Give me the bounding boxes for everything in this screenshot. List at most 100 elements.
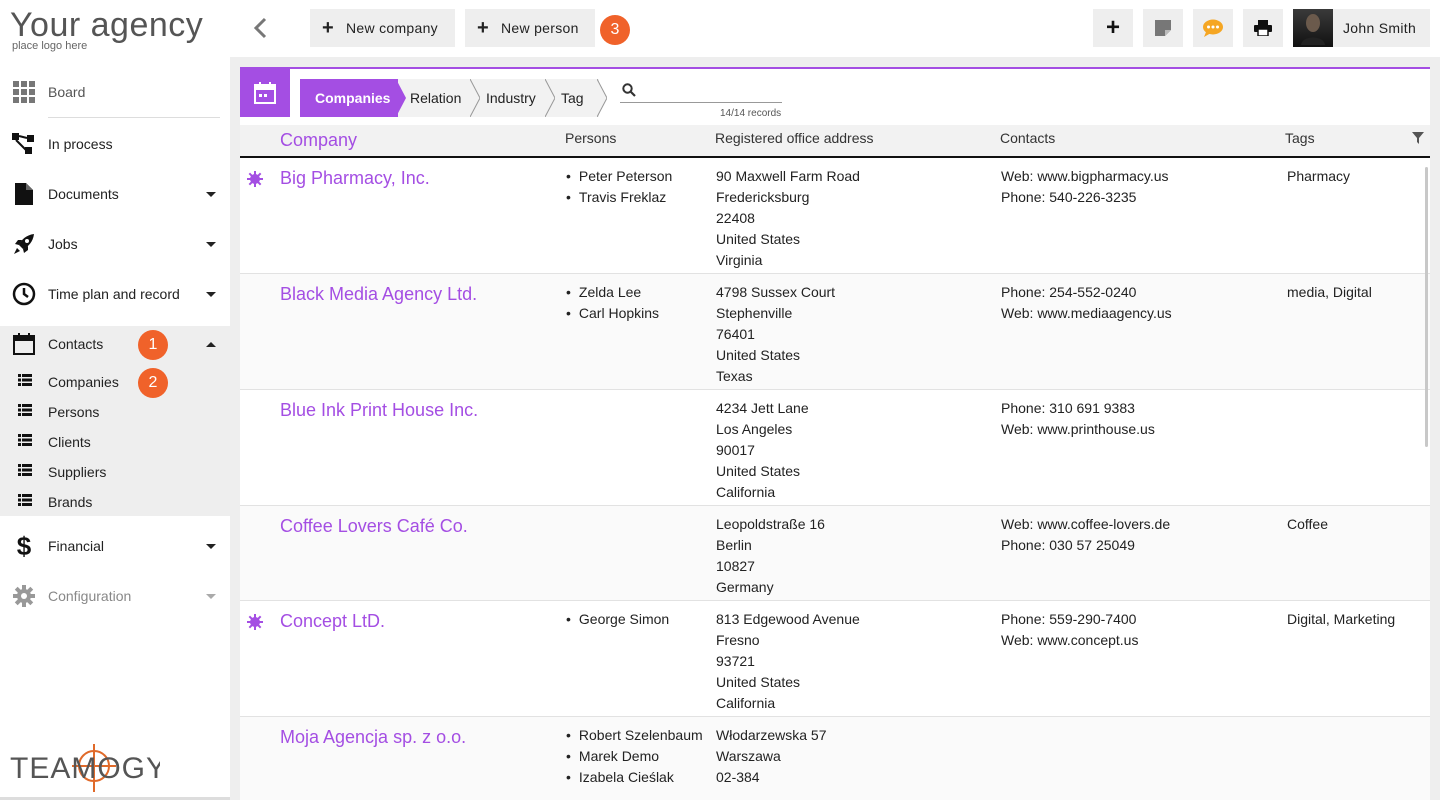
breadcrumb: Companies Relation Industry Tag (300, 79, 607, 117)
sidebar-item-documents[interactable]: Documents (0, 172, 230, 216)
chat-button[interactable] (1193, 9, 1233, 47)
header-company[interactable]: Company (280, 130, 357, 151)
person-item[interactable]: Zelda Lee (566, 282, 659, 303)
crumb-label: Companies (315, 90, 391, 106)
company-name-link[interactable]: Black Media Agency Ltd. (280, 284, 477, 305)
address-line: 02-384 (716, 769, 760, 785)
sidebar: Your agency place logo here Board In pro… (0, 0, 230, 800)
table-row[interactable]: Big Pharmacy, Inc. Peter PetersonTravis F… (240, 158, 1430, 274)
collapse-sidebar-button[interactable] (252, 16, 272, 40)
person-item[interactable]: Marek Demo (566, 746, 703, 767)
table-row[interactable]: Moja Agencja sp. z o.o. Robert Szelenbaum… (240, 717, 1430, 800)
address-block: 90 Maxwell Farm Road Fredericksburg 22408 U… (716, 166, 860, 271)
records-count: 14/14 records (720, 108, 782, 119)
calendar-icon (12, 332, 36, 356)
address-line: United States (716, 463, 801, 479)
header-address[interactable]: Registered office address (715, 130, 874, 146)
sidebar-item-label: In process (48, 136, 113, 152)
crumb-companies[interactable]: Companies (300, 79, 406, 117)
sticky-note-icon (1155, 20, 1171, 36)
plus-icon: + (477, 17, 489, 39)
person-item[interactable]: Carl Hopkins (566, 303, 659, 324)
step-badge-3: 3 (600, 15, 630, 45)
company-name-link[interactable]: Coffee Lovers Café Co. (280, 516, 468, 537)
sidebar-subitem-persons[interactable]: Persons (0, 397, 230, 427)
sidebar-subitem-suppliers[interactable]: Suppliers (0, 457, 230, 487)
sidebar-item-in-process[interactable]: In process (0, 122, 230, 166)
address-line: Germany (716, 579, 774, 595)
sidebar-item-label: Jobs (48, 236, 78, 252)
table-row[interactable]: Concept LtD. George Simon 813 Edgewood Ave… (240, 601, 1430, 717)
contacts-block: Web: www.bigpharmacy.us Phone: 540-226-32… (1001, 166, 1169, 208)
starred-icon[interactable] (247, 171, 263, 192)
table-row[interactable]: Coffee Lovers Café Co. Leopoldstraße 16 Be… (240, 506, 1430, 601)
sidebar-item-financial[interactable]: $ Financial (0, 524, 230, 568)
chevron-up-icon (206, 341, 216, 347)
print-button[interactable] (1243, 9, 1283, 47)
address-block: 813 Edgewood Avenue Fresno 93721 United Sta… (716, 609, 860, 714)
address-line: 90017 (716, 442, 755, 458)
address-line: Texas (716, 368, 753, 384)
sidebar-subitem-label: Brands (48, 494, 93, 510)
user-name: John Smith (1343, 20, 1417, 36)
contact-line: Web: www.printhouse.us (1001, 421, 1155, 437)
step-badge-2: 2 (138, 368, 168, 398)
search-icon (622, 83, 636, 97)
sidebar-item-label: Time plan and record (48, 286, 180, 302)
new-person-label: New person (500, 20, 579, 36)
new-person-button[interactable]: + New person (465, 9, 595, 47)
contacts-block: Phone: 310 691 9383 Web: www.printhouse.u… (1001, 398, 1155, 440)
company-name-link[interactable]: Blue Ink Print House Inc. (280, 400, 478, 421)
person-item[interactable]: George Simon (566, 609, 669, 630)
header-persons[interactable]: Persons (565, 130, 616, 146)
address-line: United States (716, 347, 801, 363)
sidebar-item-board[interactable]: Board (0, 70, 230, 114)
table-row[interactable]: Black Media Agency Ltd. Zelda LeeCarl Hop… (240, 274, 1430, 390)
address-block: Leopoldstraße 16 Berlin 10827 Germany (716, 514, 825, 598)
address-line: Włodarzewska 57 (716, 727, 827, 743)
sidebar-item-label: Configuration (48, 588, 132, 604)
address-line: Fredericksburg (716, 189, 810, 205)
chevron-down-icon (206, 543, 216, 549)
sidebar-subitem-label: Suppliers (48, 464, 107, 480)
company-name-link[interactable]: Big Pharmacy, Inc. (280, 168, 430, 189)
sidebar-subitem-companies[interactable]: Companies (0, 367, 230, 397)
address-line: United States (716, 231, 801, 247)
notes-button[interactable] (1143, 9, 1183, 47)
chevron-down-icon (206, 191, 216, 197)
crumb-relation[interactable]: Relation (398, 79, 480, 117)
crumb-industry[interactable]: Industry (472, 79, 555, 117)
agency-logo[interactable]: Your agency place logo here (10, 8, 203, 52)
person-item[interactable]: Peter Peterson (566, 166, 672, 187)
sidebar-item-contacts[interactable]: Contacts (0, 322, 230, 366)
sidebar-subitem-clients[interactable]: Clients (0, 427, 230, 457)
company-name-link[interactable]: Concept LtD. (280, 611, 385, 632)
document-icon (12, 182, 36, 206)
address-line: United States (716, 674, 801, 690)
filter-icon[interactable] (1412, 131, 1424, 149)
sidebar-subitem-brands[interactable]: Brands (0, 487, 230, 517)
company-name-link[interactable]: Moja Agencja sp. z o.o. (280, 727, 466, 748)
add-button[interactable]: + (1093, 9, 1133, 47)
new-company-button[interactable]: + New company (310, 9, 455, 47)
person-item[interactable]: Izabela Cieślak (566, 767, 703, 788)
starred-icon[interactable] (247, 614, 263, 635)
person-item[interactable]: Robert Szelenbaum (566, 725, 703, 746)
header-contacts[interactable]: Contacts (1000, 130, 1055, 146)
search-input[interactable] (620, 81, 782, 103)
sidebar-item-configuration[interactable]: Configuration (0, 574, 230, 618)
contact-line: Phone: 559-290-7400 (1001, 611, 1137, 627)
scrollbar[interactable] (1425, 167, 1428, 447)
sidebar-item-jobs[interactable]: Jobs (0, 222, 230, 266)
address-line: 4234 Jett Lane (716, 400, 809, 416)
calendar-icon (254, 82, 276, 104)
contact-line: Web: www.concept.us (1001, 632, 1139, 648)
svg-text:TEAMOGY: TEAMOGY (10, 752, 160, 785)
person-item[interactable]: Travis Freklaz (566, 187, 672, 208)
address-block: Włodarzewska 57 Warszawa 02-384 (716, 725, 827, 788)
printer-icon (1254, 20, 1272, 36)
sidebar-item-time-plan[interactable]: Time plan and record (0, 272, 230, 316)
table-row[interactable]: Blue Ink Print House Inc. 4234 Jett Lane L… (240, 390, 1430, 506)
header-tags[interactable]: Tags (1285, 130, 1315, 146)
user-menu[interactable]: John Smith (1293, 9, 1430, 47)
